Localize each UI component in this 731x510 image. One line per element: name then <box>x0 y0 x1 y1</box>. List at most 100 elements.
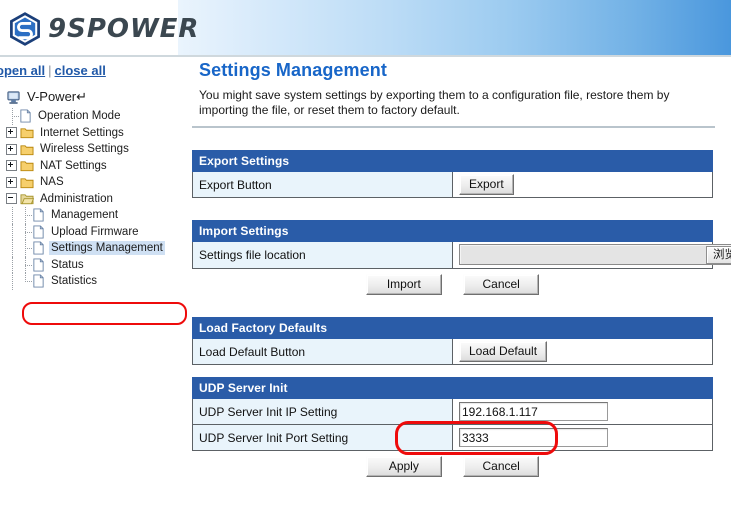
sidebar-item-label: NAT Settings <box>38 159 109 173</box>
page-banner: 9SPOWER <box>0 0 731 57</box>
spacer <box>190 128 717 150</box>
table-row: Export Button Export <box>193 172 713 198</box>
sidebar-item-label: Wireless Settings <box>38 142 131 156</box>
section-header-row: UDP Server Init <box>193 378 713 399</box>
tree-guide <box>6 240 19 257</box>
udp-port-cell <box>453 425 713 451</box>
sidebar-item-wireless-settings[interactable]: Wireless Settings <box>6 141 186 158</box>
load-default-button-cell: Load Default <box>453 339 713 365</box>
section-header-row: Export Settings <box>193 151 713 172</box>
expand-toggle-icon[interactable] <box>6 160 17 171</box>
file-input[interactable]: 浏览... <box>459 244 731 265</box>
sidebar-item-label: Internet Settings <box>38 126 126 140</box>
tree-controls: open all|close all <box>0 63 106 78</box>
tree-guide <box>6 108 19 125</box>
import-settings-section: Import Settings Settings file location 浏… <box>192 220 713 269</box>
tree-guide <box>6 207 19 224</box>
expand-toggle-icon[interactable] <box>6 127 17 138</box>
import-button[interactable]: Import <box>366 274 442 295</box>
sidebar-item-management[interactable]: Management <box>6 207 186 224</box>
tree-controls-separator: | <box>45 63 54 78</box>
sidebar-item-label: Settings Management <box>49 241 165 255</box>
sidebar-item-upload-firmware[interactable]: Upload Firmware <box>6 224 186 241</box>
sidebar: open all|close all V-Power↵ Operation Mo… <box>0 57 178 510</box>
sidebar-item-label: Management <box>49 208 120 222</box>
expand-toggle-icon[interactable] <box>6 144 17 155</box>
table-row: Load Default Button Load Default <box>193 339 713 365</box>
udp-actions: Apply Cancel <box>192 451 713 477</box>
section-header-row: Load Factory Defaults <box>193 318 713 339</box>
close-all-link[interactable]: close all <box>55 63 106 78</box>
page-icon <box>32 225 45 239</box>
udp-port-input[interactable] <box>459 428 608 447</box>
sidebar-item-statistics[interactable]: Statistics <box>6 273 186 290</box>
spacer <box>190 198 717 220</box>
udp-server-init-header: UDP Server Init <box>193 378 713 399</box>
export-button[interactable]: Export <box>459 174 514 195</box>
sidebar-item-settings-management[interactable]: Settings Management <box>6 240 186 257</box>
hexagon-s-logo-icon <box>8 12 42 46</box>
load-default-button[interactable]: Load Default <box>459 341 547 362</box>
udp-ip-input[interactable] <box>459 402 608 421</box>
table-row: UDP Server Init IP Setting <box>193 399 713 425</box>
sidebar-item-label: Operation Mode <box>36 109 122 123</box>
sidebar-item-label: NAS <box>38 175 66 189</box>
sidebar-item-label: Upload Firmware <box>49 225 141 239</box>
page-icon <box>32 258 45 272</box>
sidebar-item-v-power[interactable]: V-Power↵ <box>6 87 186 107</box>
settings-file-location-cell: 浏览... <box>453 242 713 269</box>
table-row: UDP Server Init Port Setting <box>193 425 713 451</box>
page-icon <box>32 208 45 222</box>
brand-name: 9SPOWER <box>48 14 199 44</box>
tree-guide <box>6 224 19 241</box>
settings-file-location-label: Settings file location <box>193 242 453 269</box>
sidebar-item-label: V-Power↵ <box>25 90 89 104</box>
browse-button[interactable]: 浏览... <box>706 246 731 264</box>
folder-icon <box>20 176 34 189</box>
load-factory-defaults-section: Load Factory Defaults Load Default Butto… <box>192 317 713 365</box>
export-settings-header: Export Settings <box>193 151 713 172</box>
load-factory-defaults-header: Load Factory Defaults <box>193 318 713 339</box>
export-button-label: Export Button <box>193 172 453 198</box>
tree-guide <box>19 207 32 224</box>
sidebar-item-status[interactable]: Status <box>6 257 186 274</box>
open-all-link[interactable]: open all <box>0 63 45 78</box>
apply-button[interactable]: Apply <box>366 456 442 477</box>
folder-icon <box>20 159 34 172</box>
main-content: Settings Management You might save syste… <box>190 60 717 477</box>
expand-toggle-icon[interactable] <box>6 177 17 188</box>
sidebar-item-internet-settings[interactable]: Internet Settings <box>6 125 186 142</box>
udp-ip-label: UDP Server Init IP Setting <box>193 399 453 425</box>
tree-guide <box>19 224 32 241</box>
import-settings-header: Import Settings <box>193 221 713 242</box>
banner-gradient <box>178 0 731 55</box>
tree-guide <box>19 257 32 274</box>
navigation-tree: V-Power↵ Operation Mode Internet Setting… <box>6 87 186 290</box>
tree-guide <box>19 273 32 290</box>
collapse-toggle-icon[interactable] <box>6 193 17 204</box>
export-settings-section: Export Settings Export Button Export <box>192 150 713 198</box>
sidebar-item-administration[interactable]: Administration <box>6 191 186 208</box>
file-path-text <box>460 245 706 264</box>
brand-logo[interactable]: 9SPOWER <box>8 12 199 46</box>
sidebar-item-label: Statistics <box>49 274 99 288</box>
page-icon <box>32 274 45 288</box>
folder-icon <box>20 143 34 156</box>
annotation-sidebar-settings-management <box>22 302 187 325</box>
import-cancel-button[interactable]: Cancel <box>463 274 539 295</box>
sidebar-item-operation-mode[interactable]: Operation Mode <box>6 108 186 125</box>
spacer <box>190 365 717 377</box>
tree-guide <box>19 240 32 257</box>
sidebar-item-nat-settings[interactable]: NAT Settings <box>6 158 186 175</box>
tree-guide <box>6 273 19 290</box>
page-icon <box>19 109 32 123</box>
sidebar-item-label: Administration <box>38 192 115 206</box>
page-description: You might save system settings by export… <box>199 88 705 117</box>
udp-cancel-button[interactable]: Cancel <box>463 456 539 477</box>
udp-ip-cell <box>453 399 713 425</box>
sidebar-item-nas[interactable]: NAS <box>6 174 186 191</box>
table-row: Settings file location 浏览... <box>193 242 713 269</box>
page-title: Settings Management <box>199 60 717 81</box>
udp-server-init-section: UDP Server Init UDP Server Init IP Setti… <box>192 377 713 451</box>
import-actions: Import Cancel <box>192 269 713 295</box>
